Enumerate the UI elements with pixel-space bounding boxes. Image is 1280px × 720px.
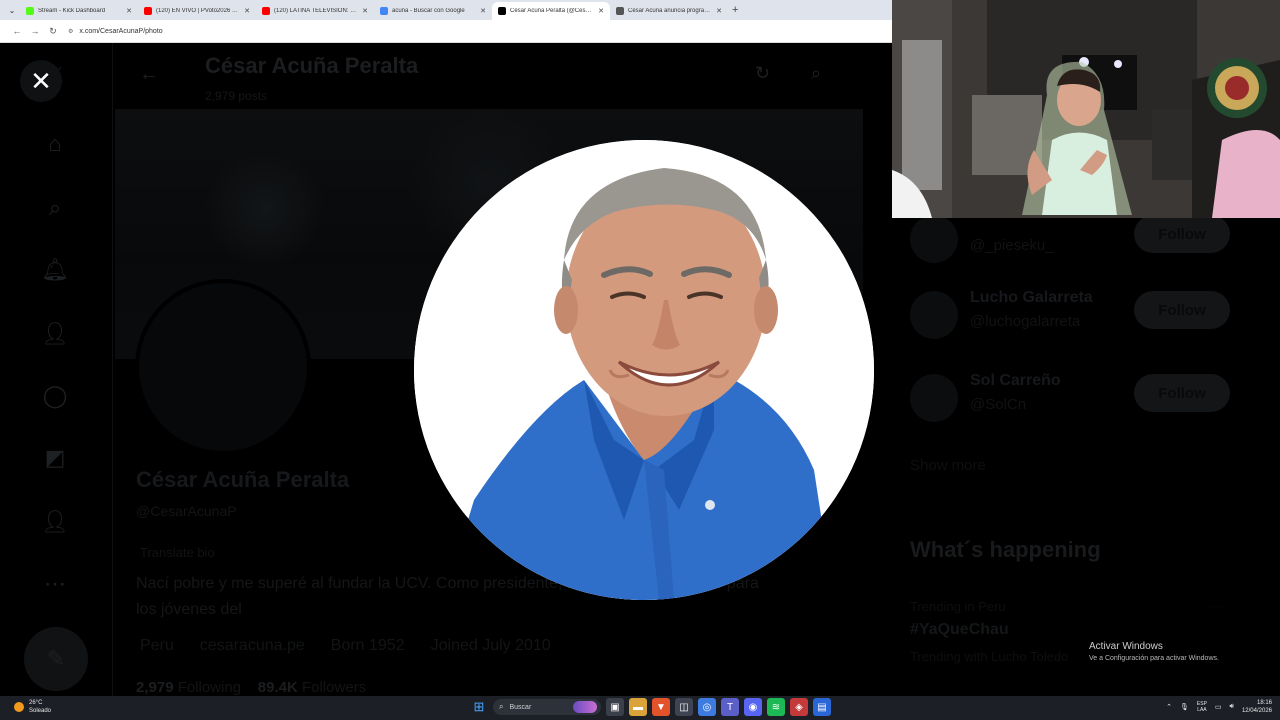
keyboard-layout: LAA [1197,707,1207,713]
profile-photo-image [414,140,874,600]
activation-title: Activar Windows [1089,641,1163,652]
browser-tab[interactable]: César Acuña Peralta (@CesarA... ✕ [492,2,610,20]
tab-title: (120) EN VIVO | PVoto2026 Tra... [156,8,241,14]
microphone-icon[interactable]: 🎙︎ [1180,703,1189,711]
clock-time: 18:16 [1256,700,1272,706]
tab-title: acuña - Buscar con Google [392,8,465,14]
tab-search-chevron-icon[interactable]: ⌄ [4,2,20,18]
url-text: x.com/CesarAcunaP/photo [79,27,163,35]
temperature: 26°C [29,700,43,706]
tray-chevron-icon[interactable]: ⌃ [1166,703,1172,711]
teams-icon[interactable]: T [721,698,739,716]
browser-tab[interactable]: Stream - Kick Dashboard ✕ [20,2,138,20]
tab-close-icon[interactable]: ✕ [598,7,604,15]
new-tab-button[interactable]: + [732,4,738,16]
weather-widget[interactable]: 26°C Soleado [14,699,51,715]
screen: ⌄ Stream - Kick Dashboard ✕ (120) EN VIVO … [0,0,1280,720]
search-highlight-image [573,701,597,713]
spotify-icon[interactable]: ≋ [767,698,785,716]
system-tray: ⌃ 🎙︎ ESP LAA ▭ 🔊︎ 18:16 12/04/2026 [1166,699,1272,715]
tab-close-icon[interactable]: ✕ [244,7,250,15]
taskbar-search[interactable]: ⌕ Buscar [493,699,601,715]
language-indicator[interactable]: ESP LAA [1197,701,1207,713]
taskbar-search-label: Buscar [509,703,532,711]
close-icon: ✕ [30,66,52,96]
browser-tab[interactable]: acuña - Buscar con Google ✕ [374,2,492,20]
task-view-icon[interactable]: ▣ [606,698,624,716]
weather-condition: Soleado [29,708,52,714]
back-icon[interactable]: ← [8,26,26,36]
browser-tab[interactable]: (120) EN VIVO | PVoto2026 Tra... ✕ [138,2,256,20]
close-photo-button[interactable]: ✕ [20,60,62,102]
network-icon[interactable]: ▭ [1215,703,1222,711]
tab-title: César Acuña anuncia programa... [628,8,713,14]
tab-favicon-icon [144,7,152,15]
tab-close-icon[interactable]: ✕ [126,7,132,15]
windows-start-icon[interactable]: ⊞ [470,698,488,716]
store-icon[interactable]: ◫ [675,698,693,716]
clock-date: 12/04/2026 [1241,708,1272,714]
tab-title: Stream - Kick Dashboard [38,8,106,14]
webcam-overlay [892,0,1280,218]
app-icon[interactable]: ◈ [790,698,808,716]
profile-photo-enlarged [414,140,874,600]
tab-list: Stream - Kick Dashboard ✕ (120) EN VIVO | … [20,0,728,20]
taskbar-apps: ⊞ ⌕ Buscar ▣ ▬ ▼ ◫ ◎ T ◉ ≋ ◈ ▤ [470,698,831,716]
tab-favicon-icon [616,7,624,15]
tab-favicon-icon [26,7,34,15]
volume-icon[interactable]: 🔊︎ [1230,703,1234,711]
site-info-icon[interactable]: ⚙ [68,28,73,35]
url-field[interactable]: ⚙ x.com/CesarAcunaP/photo [68,28,163,35]
sun-icon [14,702,24,712]
reload-icon[interactable]: ↻ [44,26,62,37]
address-bar: ← → ↻ ⚙ x.com/CesarAcunaP/photo [0,20,892,43]
windows-taskbar: 26°C Soleado ⊞ ⌕ Buscar ▣ ▬ ▼ ◫ ◎ T ◉ ≋ … [0,696,1280,720]
tab-close-icon[interactable]: ✕ [716,7,722,15]
tab-favicon-icon [380,7,388,15]
clock[interactable]: 18:16 12/04/2026 [1242,699,1272,715]
forward-icon[interactable]: → [26,26,44,36]
tab-favicon-icon [262,7,270,15]
tab-title: César Acuña Peralta (@CesarA... [510,8,595,14]
tab-favicon-icon [498,7,506,15]
brave-browser-icon[interactable]: ▼ [652,698,670,716]
browser-tab[interactable]: César Acuña anuncia programa... ✕ [610,2,728,20]
search-icon: ⌕ [499,702,504,711]
tab-title: (120) LATINA TELEVISION: ELE... [274,8,359,14]
browser-tab-strip: ⌄ Stream - Kick Dashboard ✕ (120) EN VIVO … [0,0,892,20]
discord-icon[interactable]: ◉ [744,698,762,716]
editor-icon[interactable]: ▤ [813,698,831,716]
browser-tab[interactable]: (120) LATINA TELEVISION: ELE... ✕ [256,2,374,20]
tab-close-icon[interactable]: ✕ [362,7,368,15]
file-explorer-icon[interactable]: ▬ [629,698,647,716]
windows-activation-watermark: Activar Windows Ve a Configuración para … [1089,641,1219,662]
chrome-icon[interactable]: ◎ [698,698,716,716]
tab-close-icon[interactable]: ✕ [480,7,486,15]
activation-subtitle: Ve a Configuración para activar Windows. [1089,655,1219,662]
webcam-image [892,0,1280,218]
